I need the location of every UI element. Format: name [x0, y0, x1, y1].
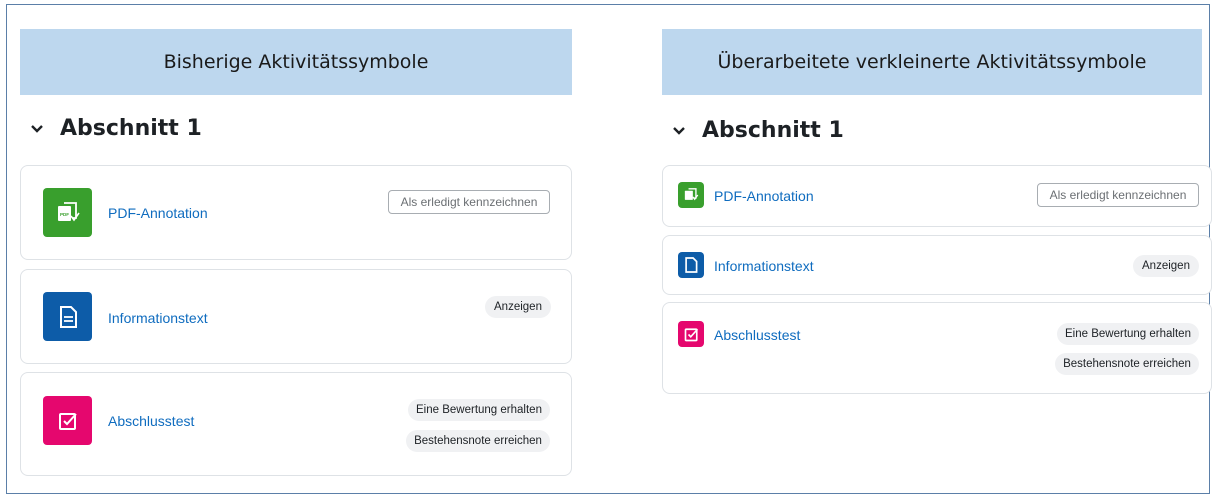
view-badge: Anzeigen [1133, 255, 1199, 277]
activity-link-page[interactable]: Informationstext [714, 258, 814, 274]
pdf-annotation-icon[interactable]: PDF [43, 188, 92, 237]
activity-card-page: Informationstext Anzeigen [20, 269, 572, 364]
mark-done-button[interactable]: Als erledigt kennzeichnen [388, 190, 550, 214]
activity-link-quiz[interactable]: Abschlusstest [108, 413, 194, 429]
activity-card-pdf: PDF-Annotation Als erledigt kennzeichnen [662, 165, 1212, 227]
quiz-icon[interactable] [678, 321, 704, 347]
page-icon[interactable] [43, 292, 92, 341]
activity-link-quiz[interactable]: Abschlusstest [714, 327, 800, 343]
grade-badge: Eine Bewertung erhalten [1057, 323, 1199, 345]
view-badge: Anzeigen [485, 296, 551, 318]
activity-link-pdf[interactable]: PDF-Annotation [108, 205, 208, 221]
banner-title-new: Überarbeitete verkleinerte Aktivitätssym… [662, 29, 1202, 95]
activity-link-page[interactable]: Informationstext [108, 310, 208, 326]
activity-link-pdf[interactable]: PDF-Annotation [714, 188, 814, 204]
section-header[interactable]: Abschnitt 1 [670, 118, 844, 143]
mark-done-button[interactable]: Als erledigt kennzeichnen [1037, 183, 1199, 207]
activity-card-quiz: Abschlusstest Eine Bewertung erhalten Be… [20, 372, 572, 476]
grade-badge: Eine Bewertung erhalten [408, 399, 550, 421]
quiz-icon[interactable] [43, 396, 92, 445]
section-header[interactable]: Abschnitt 1 [28, 116, 202, 141]
svg-text:PDF: PDF [60, 212, 69, 217]
chevron-down-icon[interactable] [28, 120, 46, 138]
section-title: Abschnitt 1 [702, 118, 844, 143]
page-icon[interactable] [678, 252, 704, 278]
chevron-down-icon[interactable] [670, 122, 688, 140]
banner-title-old: Bisherige Aktivitätssymbole [20, 29, 572, 95]
passing-grade-badge: Bestehensnote erreichen [1055, 353, 1199, 375]
activity-card-quiz: Abschlusstest Eine Bewertung erhalten Be… [662, 302, 1212, 394]
passing-grade-badge: Bestehensnote erreichen [406, 430, 550, 452]
activity-card-pdf: PDF PDF-Annotation Als erledigt kennzeic… [20, 165, 572, 260]
pdf-annotation-icon[interactable] [678, 182, 704, 208]
activity-card-page: Informationstext Anzeigen [662, 235, 1212, 295]
section-title: Abschnitt 1 [60, 116, 202, 141]
